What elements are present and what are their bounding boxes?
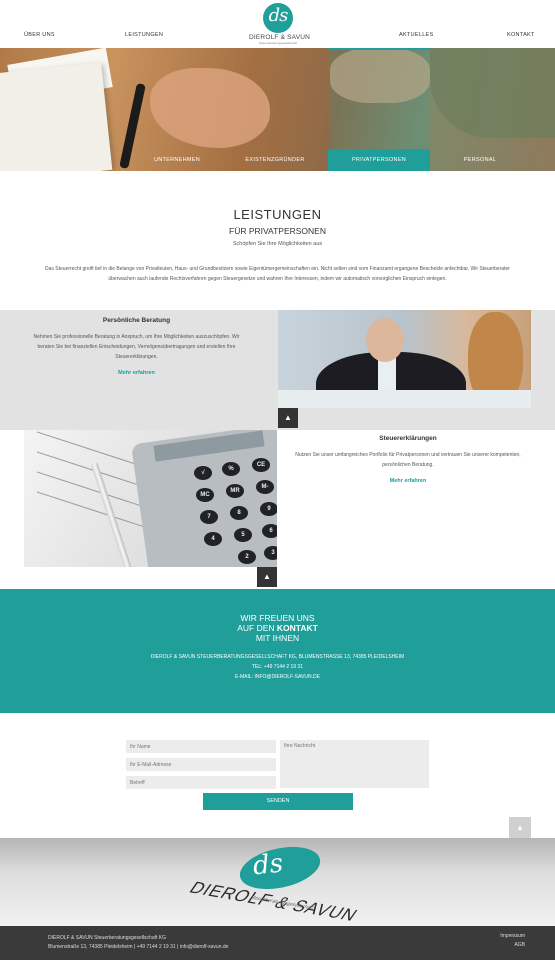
service-desc-steuererklaerungen: Nutzen Sie unser umfangreiches Portfolio… — [295, 452, 521, 468]
service-title-steuererklaerungen: Steuererklärungen — [379, 435, 437, 442]
footer-link-impressum[interactable]: Impressum — [500, 933, 525, 939]
contact-form: SENDEN ▲ — [0, 713, 555, 838]
intro-section: LEISTUNGEN FÜR PRIVATPERSONEN Schöpfen S… — [0, 171, 555, 310]
tab-unternehmen[interactable]: UNTERNEHMEN — [148, 149, 206, 171]
calc-key: 3 — [264, 546, 277, 560]
contact-phone[interactable]: TEL: +49 7144 2 19 31 — [0, 662, 555, 672]
hero-banner: UNTERNEHMEN EXISTENZGRÜNDER PRIVATPERSON… — [0, 48, 555, 171]
chevron-up-icon[interactable]: ▲ — [257, 567, 277, 587]
calc-key: MC — [196, 488, 214, 502]
logo-tagline: Steuerberatungsgesellschaft — [258, 41, 298, 45]
calc-key: % — [222, 462, 240, 476]
header: ÜBER UNS LEISTUNGEN ds DIEROLF & SAVUN S… — [0, 0, 555, 48]
send-button[interactable]: SENDEN — [203, 793, 353, 810]
tab-privatpersonen[interactable]: PRIVATPERSONEN — [328, 149, 430, 171]
contact-heading: WIR FREUEN UNS AUF DEN KONTAKT MIT IHNEN — [237, 613, 318, 643]
nav-ueber-uns[interactable]: ÜBER UNS — [24, 32, 55, 38]
calculator-photo: CE % √ MC MR M- 7 8 9 4 5 6 2 3 — [24, 430, 277, 567]
calc-key: 8 — [230, 506, 248, 520]
contact-section: WIR FREUEN UNS AUF DEN KONTAKT MIT IHNEN… — [0, 589, 555, 718]
calc-key: 6 — [262, 524, 277, 538]
page-subtitle: FÜR PRIVATPERSONEN — [229, 226, 326, 236]
intro-lead: Schöpfen Sie Ihre Möglichkeiten aus — [232, 241, 323, 247]
tab-existenzgruender[interactable]: EXISTENZGRÜNDER — [240, 149, 310, 171]
hero-paper-image — [0, 62, 113, 171]
message-field[interactable] — [280, 740, 429, 788]
service-title-beratung: Persönliche Beratung — [102, 317, 171, 324]
calc-key: 9 — [260, 502, 277, 516]
more-link-steuererklaerungen[interactable]: Mehr erfahren — [290, 478, 526, 484]
contact-address: DIEROLF & SAVUN STEUERBERATUNGSGESELLSCH… — [150, 654, 405, 660]
page-title: LEISTUNGEN — [233, 207, 322, 222]
contact-info: DIEROLF & SAVUN STEUERBERATUNGSGESELLSCH… — [0, 652, 555, 682]
footer: DIEROLF & SAVUN Steuerberatungsgesellsch… — [0, 926, 555, 960]
logo[interactable]: ds DIEROLF & SAVUN Steuerberatungsgesell… — [249, 3, 311, 46]
calc-key: CE — [252, 458, 270, 472]
subject-field[interactable] — [126, 776, 276, 789]
footer-link-agb[interactable]: AGB — [514, 942, 525, 948]
calc-key: 2 — [238, 550, 256, 564]
chevron-up-icon[interactable]: ▲ — [278, 408, 298, 428]
name-field[interactable] — [126, 740, 276, 753]
logo-name: DIEROLF & SAVUN — [249, 34, 311, 41]
nav-aktuelles[interactable]: AKTUELLES — [399, 32, 434, 38]
footer-company: DIEROLF & SAVUN Steuerberatungsgesellsch… — [48, 935, 167, 941]
footer-address: Blumenstraße 13, 74385 Pleidelsheim | +4… — [48, 944, 229, 950]
calc-key: 7 — [200, 510, 218, 524]
chevron-up-icon[interactable]: ▲ — [509, 817, 531, 838]
logo-monogram-icon: ds — [263, 3, 293, 33]
service-row-steuererklaerungen: CE % √ MC MR M- 7 8 9 4 5 6 2 3 Steuerer… — [0, 430, 555, 590]
logo-banner: ds DIEROLF & SAVUN Steuerberatungsgesell… — [0, 838, 555, 926]
calc-key: M- — [256, 480, 274, 494]
service-row-beratung: Persönliche Beratung Nehmen Sie professi… — [0, 310, 555, 430]
calc-key: 4 — [204, 532, 222, 546]
calc-key: 5 — [234, 528, 252, 542]
calc-key: √ — [194, 466, 212, 480]
calc-key: MR — [226, 484, 244, 498]
contact-email[interactable]: E-MAIL: INFO@DIEROLF-SAVUN.DE — [0, 672, 555, 682]
tab-personal[interactable]: PERSONAL — [455, 149, 505, 171]
intro-body: Das Steuerrecht greift tief in die Belan… — [45, 266, 510, 282]
business-meeting-photo — [278, 310, 531, 408]
more-link-beratung[interactable]: Mehr erfahren — [30, 370, 243, 376]
nav-kontakt[interactable]: KONTAKT — [507, 32, 535, 38]
nav-leistungen[interactable]: LEISTUNGEN — [125, 32, 163, 38]
email-field[interactable] — [126, 758, 276, 771]
service-desc-beratung: Nehmen Sie professionelle Beratung in An… — [33, 334, 240, 360]
